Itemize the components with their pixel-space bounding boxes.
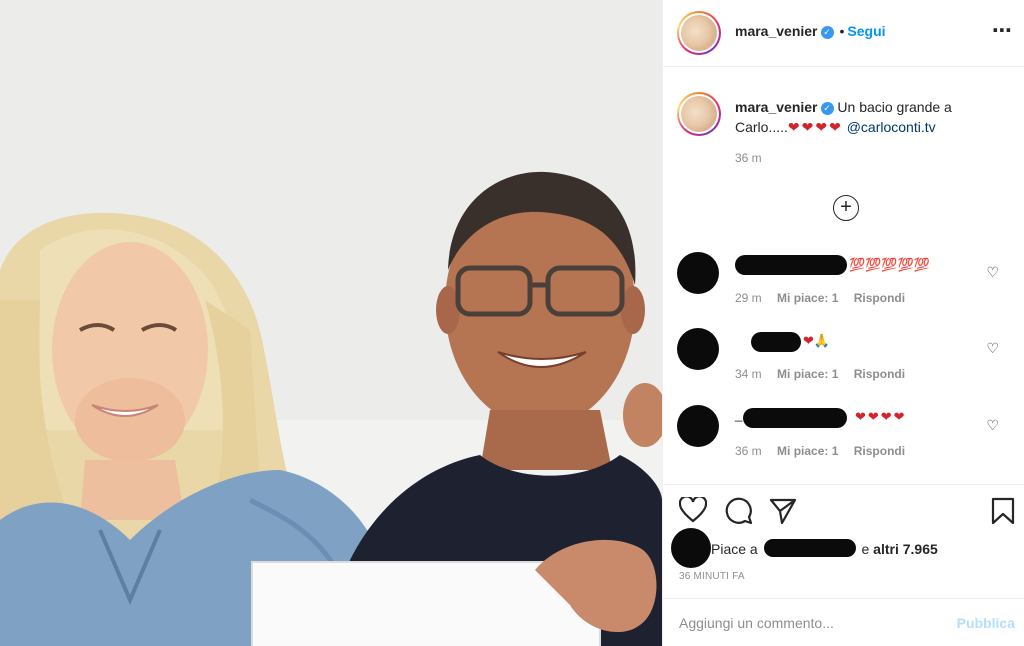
comment-likes[interactable]: Mi piace: 1 (777, 444, 838, 458)
comment-time: 36 m (735, 444, 762, 458)
heart-outline-icon[interactable]: ♡ (986, 264, 999, 281)
more-options-icon[interactable]: ⋯ (992, 21, 1013, 41)
caption-text: mara_venier ✓ Un bacio grande a Carlo....… (735, 97, 1005, 168)
post-header: mara_venier ✓ • Segui ⋯ (663, 0, 1024, 67)
comment-item: ❤🙏 34 m Mi piace: 1 Rispondi ♡ (677, 328, 1017, 388)
plus-circle-icon[interactable]: + (833, 195, 859, 221)
heart-outline-icon[interactable]: ♡ (986, 417, 999, 434)
comment-text: 💯💯💯💯💯 (849, 257, 930, 272)
comment-likes[interactable]: Mi piace: 1 (777, 291, 838, 305)
save-bookmark-icon[interactable] (991, 497, 1015, 530)
caption-mention-link[interactable]: @carloconti.tv (847, 119, 936, 135)
commenter-avatar[interactable] (677, 328, 719, 370)
caption-time: 36 m (735, 151, 762, 165)
post-actions: Piace a e altri 7.965 36 MINUTI FA (663, 484, 1024, 594)
commenter-avatar[interactable] (677, 405, 719, 447)
redacted-username (743, 408, 847, 428)
post-photo[interactable] (0, 0, 662, 646)
comment-input[interactable] (679, 611, 939, 635)
comment-meta: 29 m Mi piace: 1 Rispondi (735, 291, 917, 305)
comment-text: ❤🙏 (803, 333, 831, 348)
reply-button[interactable]: Rispondi (854, 367, 905, 381)
redacted-username (735, 255, 847, 275)
post-side-panel: mara_venier ✓ • Segui ⋯ mara_venier ✓ Un bac… (662, 0, 1024, 646)
likes-summary: Piace a e altri 7.965 (711, 539, 938, 557)
reply-button[interactable]: Rispondi (854, 291, 905, 305)
comment-meta: 34 m Mi piace: 1 Rispondi (735, 367, 917, 381)
comment-time: 34 m (735, 367, 762, 381)
comment-likes[interactable]: Mi piace: 1 (777, 367, 838, 381)
heart-outline-icon[interactable]: ♡ (986, 340, 999, 357)
likes-prefix: Piace a (711, 541, 758, 557)
commenter-avatar[interactable] (677, 252, 719, 294)
caption-avatar[interactable] (677, 92, 721, 136)
photo-illustration (0, 0, 662, 646)
like-heart-icon[interactable] (678, 495, 708, 528)
redacted-liker-name[interactable] (763, 539, 856, 557)
post-timestamp: 36 MINUTI FA (679, 571, 745, 582)
comment-text: ❤❤❤❤ (855, 409, 907, 424)
likes-others-link[interactable]: altri 7.965 (873, 541, 938, 557)
caption-hearts: ❤❤❤❤ (787, 119, 843, 135)
comment-item: _ ❤❤❤❤ 36 m Mi piace: 1 Rispondi ♡ (677, 405, 1017, 465)
liker-avatar[interactable] (671, 528, 711, 568)
avatar-image (681, 96, 717, 132)
caption-username[interactable]: mara_venier (735, 99, 818, 115)
comment-meta: 36 m Mi piace: 1 Rispondi (735, 444, 917, 458)
author-username[interactable]: mara_venier (735, 23, 818, 39)
share-paper-plane-icon[interactable] (769, 497, 797, 530)
verified-badge-icon: ✓ (820, 26, 834, 39)
verified-badge-icon: ✓ (820, 102, 834, 115)
comment-time: 29 m (735, 291, 762, 305)
follow-button[interactable]: Segui (847, 23, 885, 39)
reply-button[interactable]: Rispondi (854, 444, 905, 458)
separator-dot: • (839, 23, 845, 39)
add-comment-bar: Pubblica (663, 598, 1024, 646)
avatar-image (681, 15, 717, 51)
redacted-username (751, 332, 801, 352)
comment-bubble-icon[interactable] (725, 497, 753, 530)
comment-prefix: _ (735, 407, 743, 422)
comment-item: 💯💯💯💯💯 29 m Mi piace: 1 Rispondi ♡ (677, 252, 1017, 312)
author-avatar[interactable] (677, 11, 721, 55)
header-user-line: mara_venier ✓ • Segui (735, 23, 886, 41)
publish-button[interactable]: Pubblica (957, 615, 1015, 631)
likes-conjunction: e (861, 541, 870, 557)
